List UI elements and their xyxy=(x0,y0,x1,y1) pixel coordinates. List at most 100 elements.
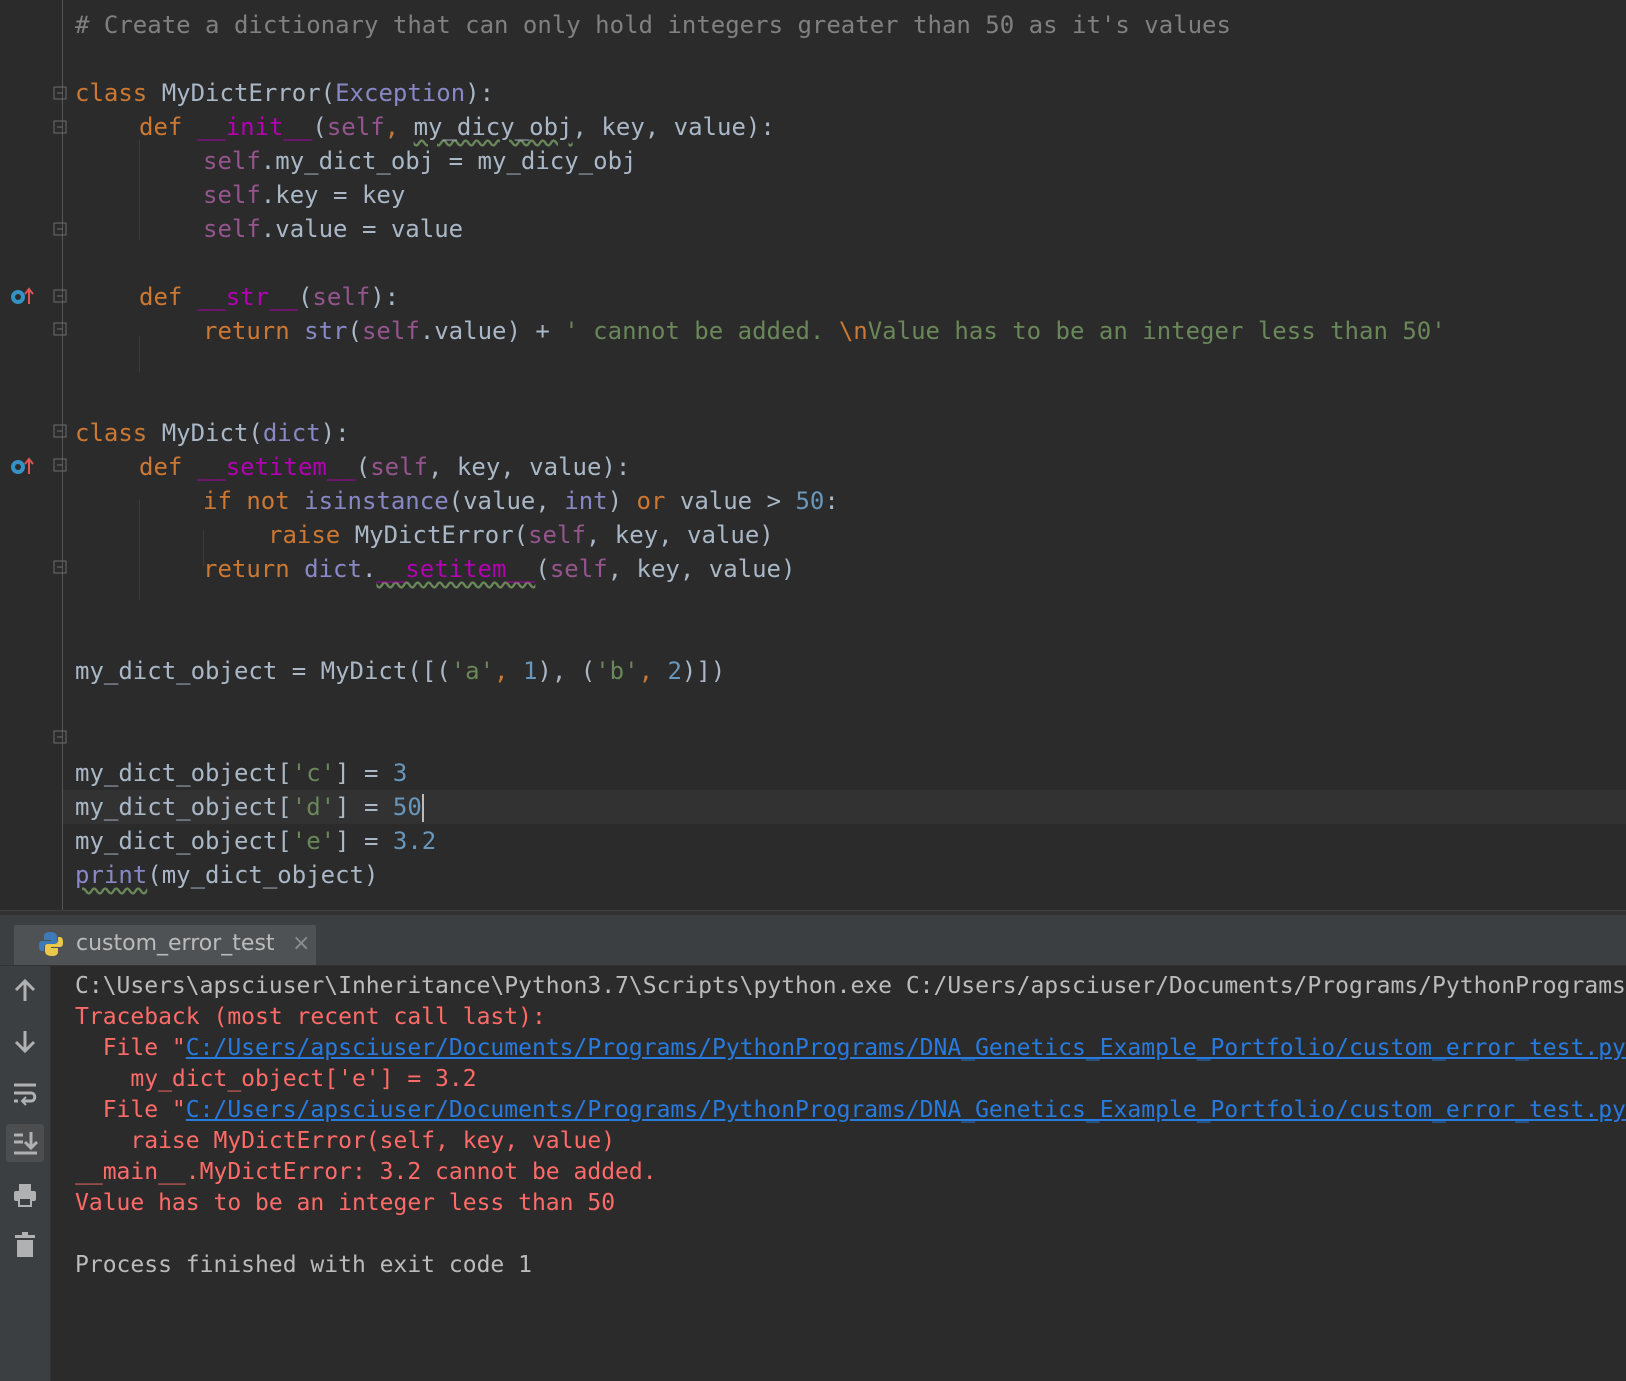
fold-marker-icon[interactable] xyxy=(53,424,67,438)
python-file-icon xyxy=(36,929,66,959)
code-line[interactable]: class MyDict(dict): xyxy=(75,416,350,450)
code-text: ): xyxy=(370,283,400,311)
tab-custom-error-test[interactable]: custom_error_test × xyxy=(14,925,316,965)
code-text: .value = value xyxy=(260,215,464,243)
code-text: ( xyxy=(347,317,362,345)
file-path-link[interactable]: C:/Users/apsciuser/Documents/Programs/Py… xyxy=(186,1097,1626,1123)
code-text: ) xyxy=(607,487,637,515)
builtin-name: dict xyxy=(304,555,362,583)
keyword: if not xyxy=(203,487,290,515)
code-text: my_dict_object[ xyxy=(75,759,292,787)
number-literal: 50 xyxy=(392,793,422,821)
string-literal: ' cannot be added. xyxy=(564,317,839,345)
code-text: MyDictError( xyxy=(147,79,336,107)
code-line[interactable]: my_dict_object['e'] = 3.2 xyxy=(75,824,436,858)
code-line[interactable]: def __setitem__(self, key, value): xyxy=(139,450,630,484)
code-text: .key = key xyxy=(260,181,406,209)
code-editor[interactable]: # Create a dictionary that can only hold… xyxy=(0,0,1626,910)
keyword: class xyxy=(75,79,148,107)
keyword: def xyxy=(139,453,183,481)
code-text: , xyxy=(638,657,668,685)
string-literal: 'e' xyxy=(291,827,336,855)
code-line[interactable]: self.key = key xyxy=(203,178,405,212)
traceback-code: raise MyDictError(self, key, value) xyxy=(75,1128,616,1154)
close-icon[interactable]: × xyxy=(292,931,310,956)
keyword: return xyxy=(203,555,290,583)
fold-marker-icon[interactable] xyxy=(53,560,67,574)
gutter-separator xyxy=(62,0,63,910)
code-text: MyDict( xyxy=(147,419,263,447)
code-text: . xyxy=(361,555,377,583)
keyword: def xyxy=(139,113,183,141)
builtin-name: isinstance xyxy=(304,487,449,515)
fold-marker-icon[interactable] xyxy=(53,458,67,472)
code-line[interactable]: if not isinstance(value, int) or value >… xyxy=(203,484,839,518)
code-text: , xyxy=(494,657,523,685)
code-line[interactable]: def __str__(self): xyxy=(139,280,399,314)
traceback-file-line: File "C:/Users/apsciuser/Documents/Progr… xyxy=(75,1094,1626,1126)
console-command-line: C:\Users\apsciuser\Inheritance\Python3.7… xyxy=(75,973,1626,999)
code-text: , xyxy=(384,113,414,141)
scroll-to-end-icon[interactable] xyxy=(6,1124,44,1162)
keyword: raise xyxy=(268,521,341,549)
down-arrow-icon[interactable] xyxy=(6,1022,44,1060)
fold-marker-icon[interactable] xyxy=(53,730,67,744)
builtin-name: print xyxy=(75,861,148,889)
code-line[interactable]: my_dict_object = MyDict([('a', 1), ('b',… xyxy=(75,654,725,688)
code-text: (value, xyxy=(448,487,565,515)
code-text: , key, value): xyxy=(572,113,775,141)
up-arrow-icon[interactable] xyxy=(6,972,44,1010)
code-line-current[interactable]: my_dict_object['d'] = 50 xyxy=(75,790,424,824)
code-line[interactable]: my_dict_object['c'] = 3 xyxy=(75,756,407,790)
file-path-link[interactable]: C:/Users/apsciuser/Documents/Programs/Py… xyxy=(186,1035,1626,1061)
number-literal: 3.2 xyxy=(392,827,437,855)
fold-marker-icon[interactable] xyxy=(53,120,67,134)
print-icon[interactable] xyxy=(6,1176,44,1214)
run-toolbar xyxy=(0,966,51,1381)
keyword: or xyxy=(636,487,666,515)
code-text: ): xyxy=(320,419,350,447)
soft-wrap-icon[interactable] xyxy=(6,1074,44,1112)
keyword: return xyxy=(203,317,290,345)
function-name: __str__ xyxy=(196,283,298,311)
code-line[interactable]: raise MyDictError(self, key, value) xyxy=(268,518,774,552)
self-keyword: self xyxy=(203,147,261,175)
keyword: class xyxy=(75,419,148,447)
code-text: ( xyxy=(297,283,313,311)
trash-icon[interactable] xyxy=(6,1226,44,1264)
code-line[interactable]: return dict.__setitem__(self, key, value… xyxy=(203,552,795,586)
code-line[interactable]: self.value = value xyxy=(203,212,463,246)
fold-marker-icon[interactable] xyxy=(53,222,67,236)
fold-marker-icon[interactable] xyxy=(53,289,67,303)
code-text: ] = xyxy=(335,759,393,787)
code-line[interactable]: print(my_dict_object) xyxy=(75,858,378,892)
code-text: , key, value) xyxy=(585,521,774,549)
code-line-comment[interactable]: # Create a dictionary that can only hold… xyxy=(75,8,1231,42)
fold-marker-icon[interactable] xyxy=(53,86,67,100)
string-literal: 'b' xyxy=(595,657,639,685)
code-line[interactable]: class MyDictError(Exception): xyxy=(75,76,494,110)
code-line[interactable]: def __init__(self, my_dicy_obj, key, val… xyxy=(139,110,775,144)
text-cursor xyxy=(421,794,424,822)
run-panel: custom_error_test × C:\Users\apsciuser\I… xyxy=(0,915,1626,1381)
traceback-header: Traceback (most recent call last): xyxy=(75,1004,546,1030)
comment-text: # Create a dictionary that can only hold… xyxy=(75,11,1231,39)
code-line[interactable]: self.my_dict_obj = my_dicy_obj xyxy=(203,144,636,178)
error-message: Value has to be an integer less than 50 xyxy=(75,1190,616,1216)
self-keyword: self xyxy=(203,215,261,243)
run-tab-bar: custom_error_test × xyxy=(0,915,1626,966)
fold-marker-icon[interactable] xyxy=(53,322,67,336)
exit-status: Process finished with exit code 1 xyxy=(75,1252,532,1278)
override-method-icon[interactable] xyxy=(8,286,36,308)
code-text: ( xyxy=(535,555,550,583)
code-text: , key, value): xyxy=(428,453,631,481)
code-line[interactable]: return str(self.value) + ' cannot be add… xyxy=(203,314,1446,348)
tab-label: custom_error_test xyxy=(76,931,275,956)
function-name: __setitem__ xyxy=(196,453,356,481)
override-method-icon[interactable] xyxy=(8,456,36,478)
traceback-file-prefix: File " xyxy=(75,1035,186,1061)
self-keyword: self xyxy=(370,453,429,481)
typo-argument: my_dicy_obj xyxy=(413,113,573,141)
self-keyword: self xyxy=(312,283,371,311)
number-literal: 3 xyxy=(392,759,408,787)
